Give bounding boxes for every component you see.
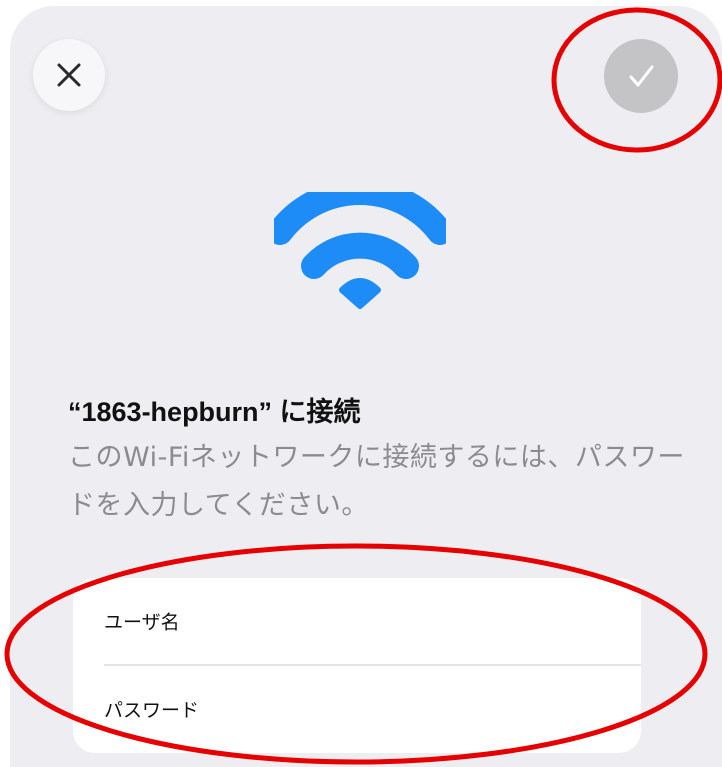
password-input[interactable] [243,686,627,734]
wifi-password-sheet: “1863-hepburn” に接続 このWi-Fiネットワークに接続するには、… [10,6,722,767]
network-description: このWi-Fiネットワークに接続するには、パスワードを入力してください。 [68,442,685,521]
network-title: “1863-hepburn” に接続 [68,397,361,427]
close-x-icon [57,63,81,87]
credentials-form: ユーザ名 パスワード [73,578,641,753]
wifi-icon [274,192,446,309]
join-confirm-button[interactable] [604,39,678,113]
username-label: ユーザ名 [104,611,180,634]
password-label: パスワード [104,699,200,722]
checkmark-icon [629,65,654,87]
username-field[interactable]: ユーザ名 [73,578,641,664]
password-field[interactable]: パスワード [73,666,641,752]
username-input[interactable] [243,598,627,646]
close-button[interactable] [33,39,105,111]
